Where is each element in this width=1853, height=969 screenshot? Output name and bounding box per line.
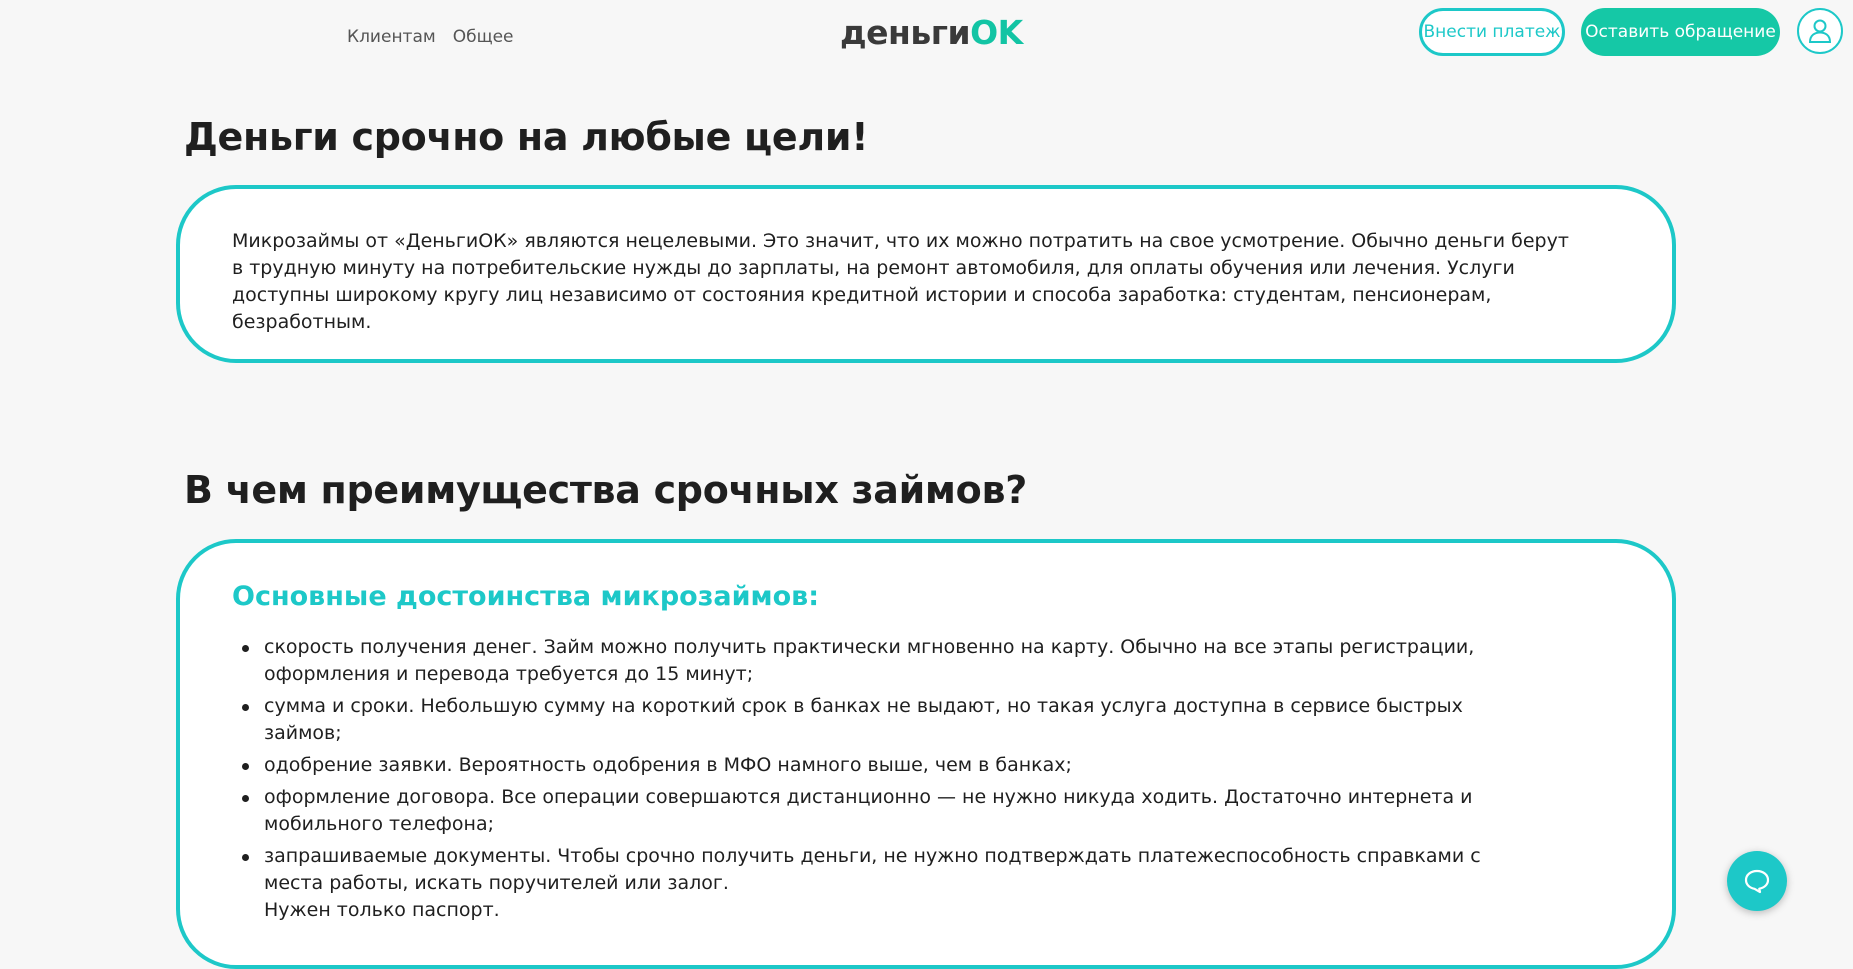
main-nav: Клиентам Общее	[347, 27, 514, 47]
logo[interactable]: деньги OK	[840, 8, 1023, 56]
request-button[interactable]: Оставить обращение	[1581, 8, 1780, 56]
user-icon	[1808, 19, 1832, 43]
list-item: оформление договора. Все операции соверш…	[232, 784, 1542, 838]
section2-card: Основные достоинства микрозаймов: скорос…	[176, 539, 1676, 969]
section1-card: Микрозаймы от «ДеньгиОК» являются нецеле…	[176, 185, 1676, 363]
chat-button[interactable]	[1727, 851, 1787, 911]
list-item: запрашиваемые документы. Чтобы срочно по…	[232, 843, 1542, 924]
list-item-extra: Нужен только паспорт.	[264, 899, 500, 921]
logo-accent-text: OK	[970, 12, 1023, 52]
section2-subtitle: Основные достоинства микрозаймов:	[232, 581, 820, 612]
section2-title: В чем преимущества срочных займов?	[184, 468, 1027, 512]
nav-clients[interactable]: Клиентам	[347, 27, 436, 47]
section1-title: Деньги срочно на любые цели!	[184, 115, 869, 159]
list-item: одобрение заявки. Вероятность одобрения …	[232, 752, 1542, 779]
pay-button[interactable]: Внести платеж	[1419, 8, 1565, 56]
list-item-text: запрашиваемые документы. Чтобы срочно по…	[264, 845, 1481, 894]
list-item: скорость получения денег. Займ можно пол…	[232, 634, 1542, 688]
advantages-list: скорость получения денег. Займ можно пол…	[232, 634, 1542, 924]
nav-general[interactable]: Общее	[453, 27, 514, 47]
site-header: Клиентам Общее деньги OK Внести платеж Ос…	[0, 0, 1853, 66]
section1-text: Микрозаймы от «ДеньгиОК» являются нецеле…	[232, 230, 1569, 333]
user-account-button[interactable]	[1797, 8, 1843, 54]
chat-icon	[1744, 869, 1770, 894]
list-item: сумма и сроки. Небольшую сумму на коротк…	[232, 693, 1542, 747]
logo-main-text: деньги	[840, 12, 971, 52]
